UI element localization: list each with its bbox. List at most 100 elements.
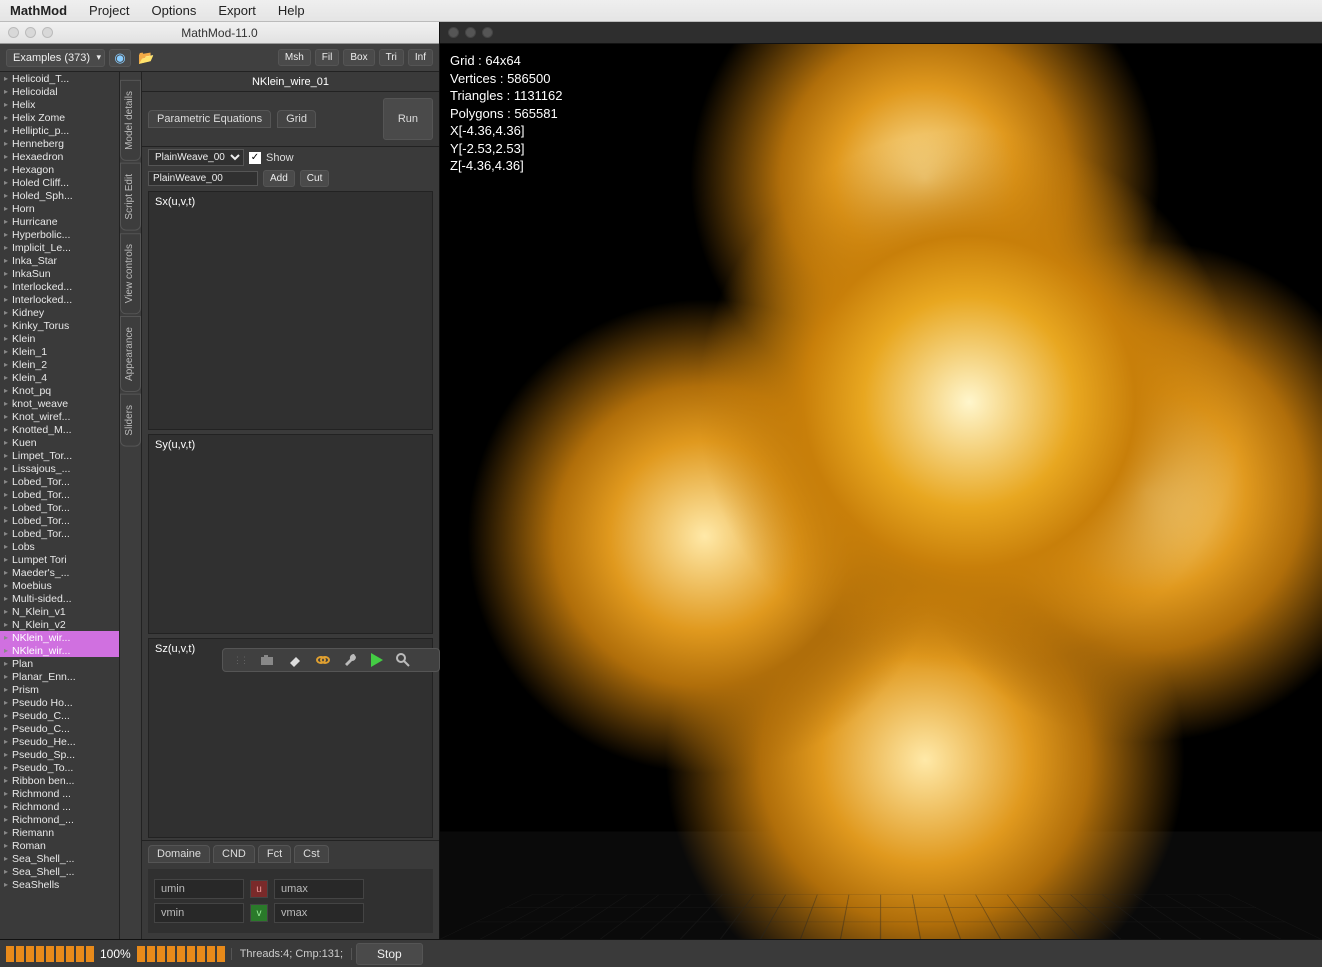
list-item[interactable]: Lobed_Tor... — [0, 501, 119, 514]
list-item[interactable]: Richmond_... — [0, 813, 119, 826]
minimize-icon[interactable] — [465, 27, 476, 38]
weave-select[interactable]: PlainWeave_00 — [148, 149, 244, 166]
list-item[interactable]: Prism — [0, 683, 119, 696]
list-item[interactable]: Interlocked... — [0, 280, 119, 293]
list-item[interactable]: Plan — [0, 657, 119, 670]
list-item[interactable]: Knot_wiref... — [0, 410, 119, 423]
list-item[interactable]: Helix — [0, 98, 119, 111]
menu-export[interactable]: Export — [218, 3, 256, 18]
menu-options[interactable]: Options — [152, 3, 197, 18]
list-item[interactable]: Henneberg — [0, 137, 119, 150]
inf-button[interactable]: Inf — [408, 49, 433, 66]
link-icon[interactable] — [315, 652, 331, 668]
weave-input[interactable] — [148, 171, 258, 186]
list-item[interactable]: Klein — [0, 332, 119, 345]
search-icon[interactable] — [395, 652, 411, 668]
list-item[interactable]: Helliptic_p... — [0, 124, 119, 137]
menu-project[interactable]: Project — [89, 3, 129, 18]
tab-view-controls[interactable]: View controls — [120, 233, 141, 314]
tab-grid[interactable]: Grid — [277, 110, 316, 128]
list-item[interactable]: Knot_pq — [0, 384, 119, 397]
list-item[interactable]: N_Klein_v2 — [0, 618, 119, 631]
list-item[interactable]: Kuen — [0, 436, 119, 449]
sy-editor[interactable]: Sy(u,v,t) — [148, 434, 433, 634]
list-item[interactable]: N_Klein_v1 — [0, 605, 119, 618]
fil-button[interactable]: Fil — [315, 49, 340, 66]
tri-button[interactable]: Tri — [379, 49, 404, 66]
list-item[interactable]: Hexaedron — [0, 150, 119, 163]
vmin-input[interactable] — [154, 903, 244, 923]
folder-icon[interactable]: 📂 — [135, 49, 157, 67]
list-item[interactable]: Kinky_Torus — [0, 319, 119, 332]
list-item[interactable]: Klein_4 — [0, 371, 119, 384]
play-icon[interactable] — [371, 653, 383, 667]
msh-button[interactable]: Msh — [278, 49, 311, 66]
render-viewport[interactable]: Grid : 64x64 Vertices : 586500 Triangles… — [440, 44, 1322, 939]
list-item[interactable]: InkaSun — [0, 267, 119, 280]
tab-script-edit[interactable]: Script Edit — [120, 163, 141, 231]
list-item[interactable]: Richmond ... — [0, 800, 119, 813]
list-item[interactable]: Lissajous_... — [0, 462, 119, 475]
tab-model-details[interactable]: Model details — [120, 80, 141, 161]
list-item[interactable]: Pseudo_Sp... — [0, 748, 119, 761]
list-item[interactable]: Lumpet Tori — [0, 553, 119, 566]
eraser-icon[interactable] — [287, 652, 303, 668]
zoom-icon[interactable] — [482, 27, 493, 38]
list-item[interactable]: Sea_Shell_... — [0, 865, 119, 878]
list-item[interactable]: knot_weave — [0, 397, 119, 410]
list-item[interactable]: Helicoidal — [0, 85, 119, 98]
list-item[interactable]: Lobed_Tor... — [0, 475, 119, 488]
tab-parametric-equations[interactable]: Parametric Equations — [148, 110, 271, 128]
list-item[interactable]: Lobed_Tor... — [0, 488, 119, 501]
list-item[interactable]: Pseudo_To... — [0, 761, 119, 774]
list-item[interactable]: Interlocked... — [0, 293, 119, 306]
umin-input[interactable] — [154, 879, 244, 899]
umax-input[interactable] — [274, 879, 364, 899]
tab-fct[interactable]: Fct — [258, 845, 291, 863]
list-item[interactable]: Knotted_M... — [0, 423, 119, 436]
globe-icon[interactable]: ◉ — [109, 49, 131, 67]
list-item[interactable]: Klein_1 — [0, 345, 119, 358]
list-item[interactable]: SeaShells — [0, 878, 119, 891]
list-item[interactable]: Kidney — [0, 306, 119, 319]
examples-list[interactable]: Helicoid_T...HelicoidalHelixHelix ZomeHe… — [0, 72, 120, 939]
list-item[interactable]: Moebius — [0, 579, 119, 592]
list-item[interactable]: Holed Cliff... — [0, 176, 119, 189]
wrench-icon[interactable] — [343, 652, 359, 668]
menu-help[interactable]: Help — [278, 3, 305, 18]
list-item[interactable]: Holed_Sph... — [0, 189, 119, 202]
camera-icon[interactable] — [259, 652, 275, 668]
tab-domaine[interactable]: Domaine — [148, 845, 210, 863]
list-item[interactable]: Maeder's_... — [0, 566, 119, 579]
list-item[interactable]: Lobs — [0, 540, 119, 553]
box-button[interactable]: Box — [343, 49, 374, 66]
tab-sliders[interactable]: Sliders — [120, 394, 141, 447]
list-item[interactable]: Multi-sided... — [0, 592, 119, 605]
floating-toolbar[interactable]: ⋮⋮ — [222, 648, 440, 672]
list-item[interactable]: NKlein_wir... — [0, 631, 119, 644]
vmax-input[interactable] — [274, 903, 364, 923]
list-item[interactable]: Hyperbolic... — [0, 228, 119, 241]
list-item[interactable]: Inka_Star — [0, 254, 119, 267]
list-item[interactable]: Pseudo_He... — [0, 735, 119, 748]
list-item[interactable]: Pseudo_C... — [0, 709, 119, 722]
list-item[interactable]: Pseudo_C... — [0, 722, 119, 735]
show-checkbox[interactable]: ✓ — [249, 152, 261, 164]
close-icon[interactable] — [448, 27, 459, 38]
list-item[interactable]: Hurricane — [0, 215, 119, 228]
list-item[interactable]: Richmond ... — [0, 787, 119, 800]
list-item[interactable]: Roman — [0, 839, 119, 852]
list-item[interactable]: Horn — [0, 202, 119, 215]
list-item[interactable]: Implicit_Le... — [0, 241, 119, 254]
list-item[interactable]: Lobed_Tor... — [0, 527, 119, 540]
add-button[interactable]: Add — [263, 170, 295, 187]
list-item[interactable]: Pseudo Ho... — [0, 696, 119, 709]
list-item[interactable]: Ribbon ben... — [0, 774, 119, 787]
sx-editor[interactable]: Sx(u,v,t) — [148, 191, 433, 430]
tab-cnd[interactable]: CND — [213, 845, 255, 863]
list-item[interactable]: Sea_Shell_... — [0, 852, 119, 865]
stop-button[interactable]: Stop — [356, 943, 423, 965]
list-item[interactable]: Limpet_Tor... — [0, 449, 119, 462]
list-item[interactable]: NKlein_wir... — [0, 644, 119, 657]
list-item[interactable]: Planar_Enn... — [0, 670, 119, 683]
